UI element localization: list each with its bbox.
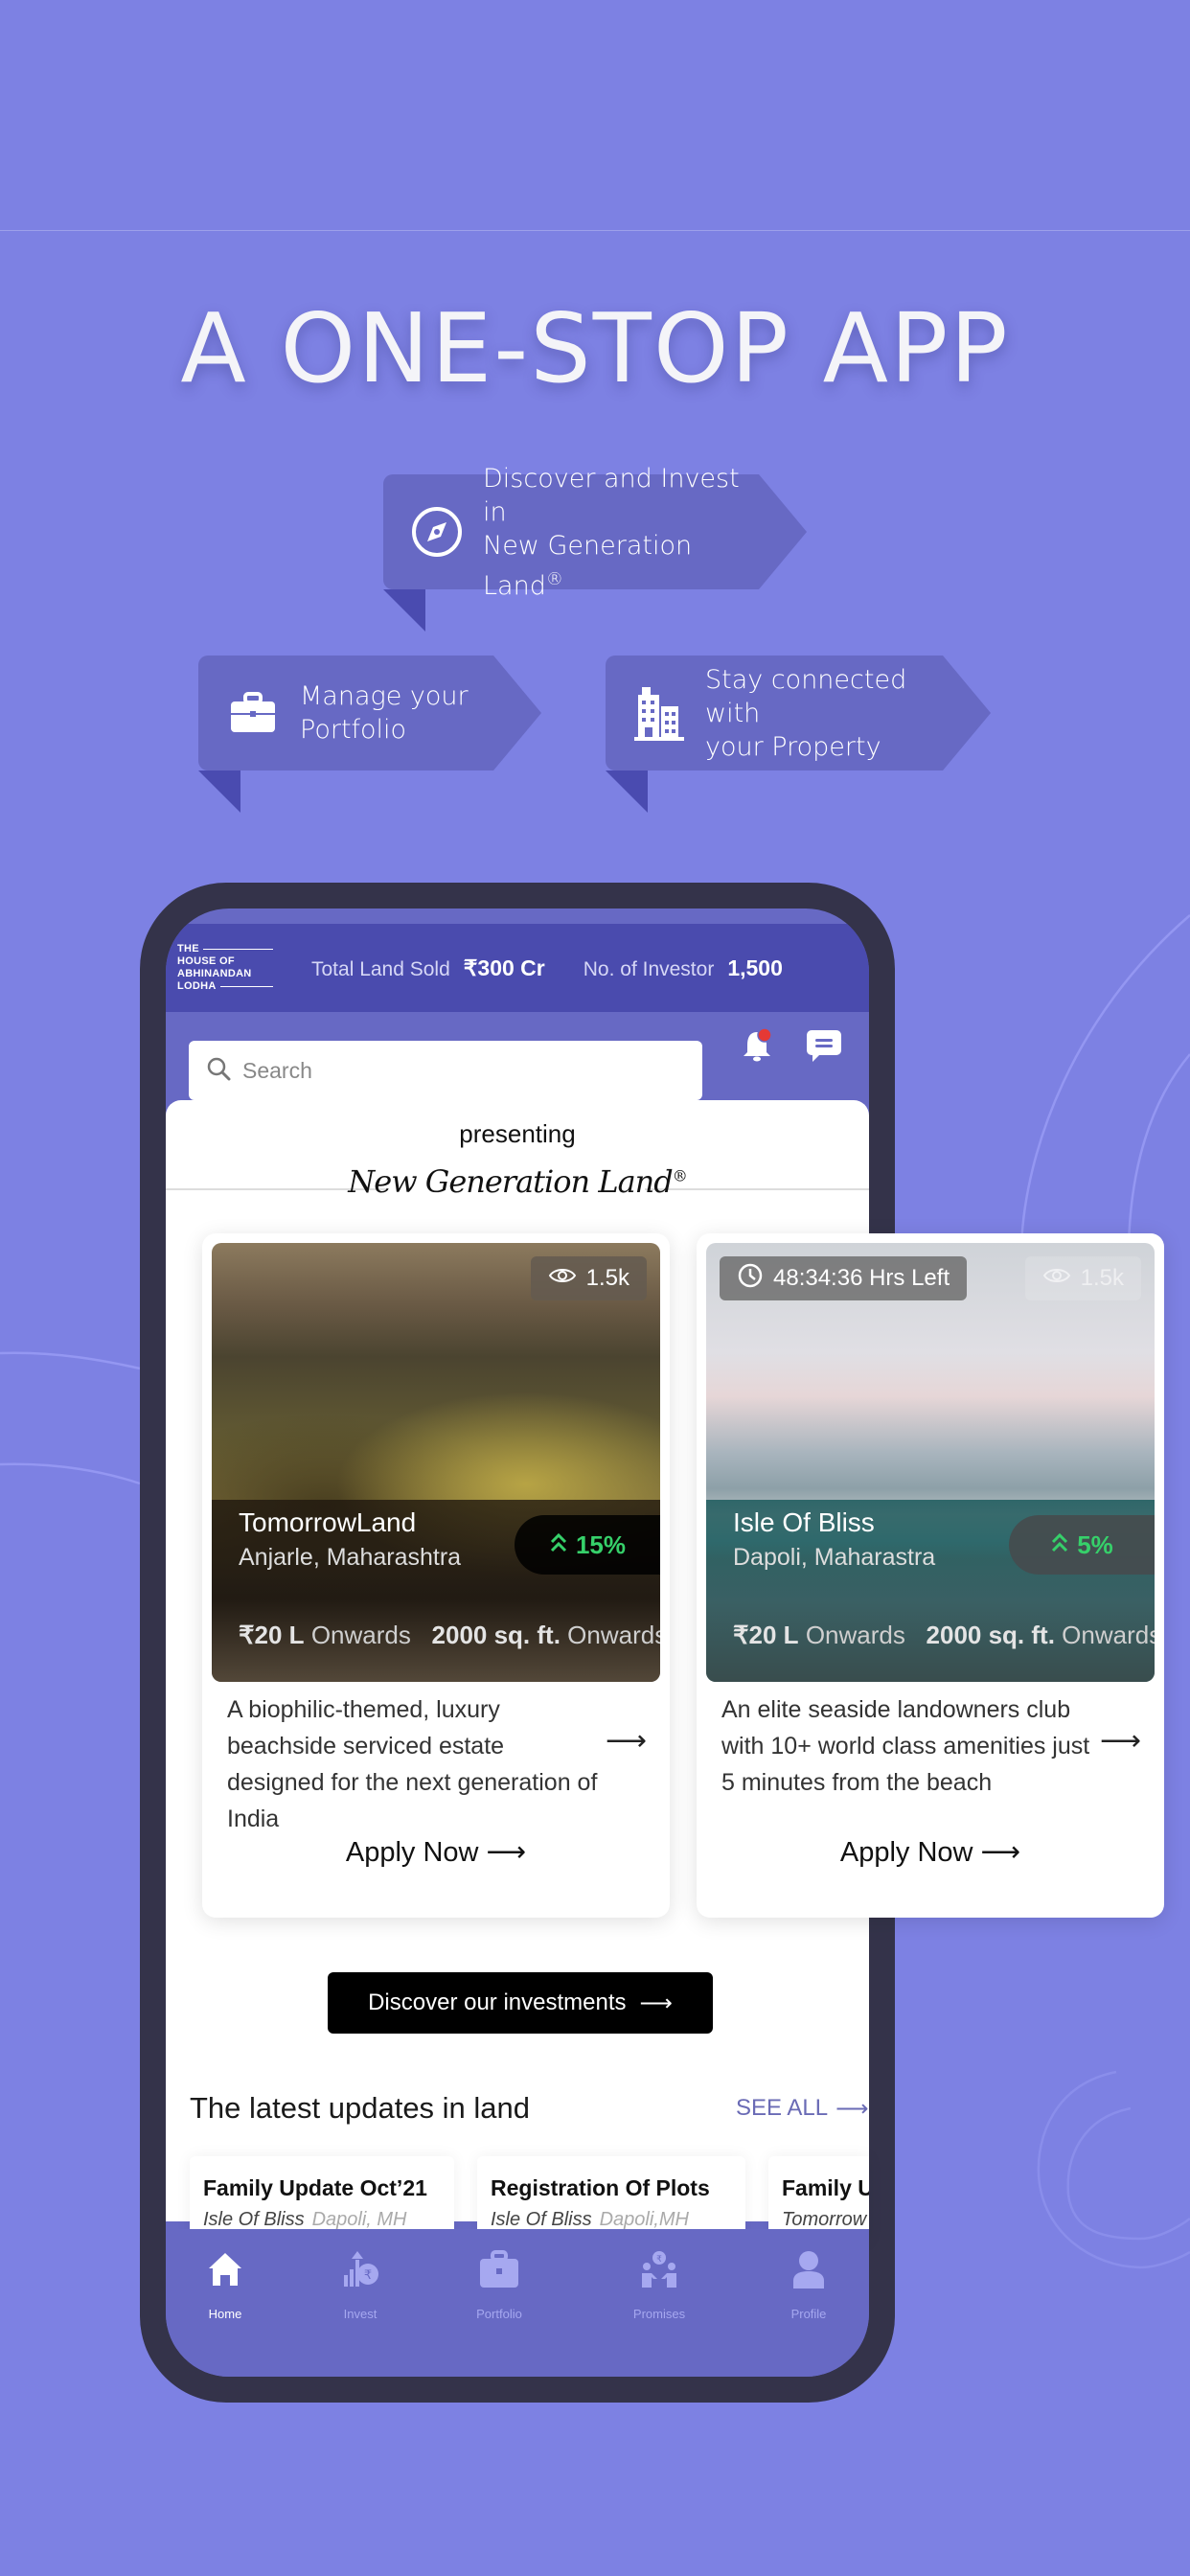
deco-arc — [1037, 2070, 1190, 2269]
brand-logo: THE HOUSE OF ABHINANDAN LODHA — [177, 943, 273, 993]
svg-text:₹: ₹ — [364, 2268, 372, 2283]
eye-icon — [548, 1265, 577, 1292]
property-name: TomorrowLand — [239, 1507, 417, 1537]
property-card[interactable]: 1.5k TomorrowLand Anjarle, Maharashtra 1… — [202, 1233, 670, 1918]
stats-bar: THE HOUSE OF ABHINANDAN LODHA Total Land… — [166, 924, 869, 1012]
double-chevron-up-icon — [1050, 1530, 1069, 1560]
clock-icon — [737, 1262, 764, 1296]
feature-property: Stay connected with your Property — [606, 656, 991, 813]
deco-arc — [1066, 2106, 1190, 2241]
feature-discover: Discover and Invest in New Generation La… — [383, 464, 807, 632]
brand-heading: New Generation Land® — [166, 1154, 869, 1221]
tab-home[interactable]: Home — [168, 2250, 283, 2321]
views-badge: 1.5k — [530, 1256, 647, 1300]
svg-text:₹: ₹ — [656, 2255, 662, 2265]
brand-script: New Generation Land — [348, 1163, 673, 1200]
user-icon — [791, 2250, 826, 2293]
double-chevron-up-icon — [549, 1530, 568, 1560]
countdown-badge: 48:34:36 Hrs Left — [720, 1256, 968, 1300]
compass-icon — [410, 504, 464, 560]
property-location: Anjarle, Maharashtra — [239, 1544, 462, 1571]
see-all-link[interactable]: SEE ALL ⟶ — [736, 2095, 868, 2123]
growth-badge: 5% — [1009, 1515, 1155, 1575]
arrow-right-icon: ⟶ — [486, 1837, 527, 1868]
feature-text: Manage your Portfolio — [300, 681, 469, 745]
stat-land-sold: Total Land Sold ₹300 Cr — [311, 954, 545, 980]
views-badge: 1.5k — [1024, 1256, 1141, 1300]
feature-portfolio: Manage your Portfolio — [198, 656, 541, 813]
feature-text: Stay connected with your Property — [705, 664, 907, 762]
price-info: ₹20 L Onwards 2000 sq. ft. Onwards — [239, 1621, 660, 1649]
deco-arc — [1127, 1053, 1190, 1247]
property-description: A biophilic-themed, luxury beachside ser… — [227, 1696, 598, 1832]
stat-investors: No. of Investor 1,500 — [583, 954, 783, 980]
property-name: Isle Of Bliss — [733, 1507, 875, 1537]
briefcase-icon — [225, 685, 281, 741]
arrow-right-icon: ⟶ — [980, 1837, 1021, 1868]
property-card[interactable]: 48:34:36 Hrs Left 1.5k Isle Of Bliss Dap… — [697, 1233, 1164, 1918]
property-image: 48:34:36 Hrs Left 1.5k Isle Of Bliss Dap… — [706, 1243, 1155, 1682]
home-icon — [206, 2250, 244, 2293]
apply-now-button[interactable]: Apply Now ⟶ — [202, 1835, 670, 1869]
chat-icon[interactable] — [806, 1027, 842, 1069]
presenting-label: presenting — [459, 1119, 576, 1148]
property-image: 1.5k TomorrowLand Anjarle, Maharashtra 1… — [212, 1243, 660, 1682]
search-input[interactable]: Search — [189, 1041, 702, 1100]
deco-arc — [0, 1462, 141, 1485]
arrow-right-icon: ⟶ — [639, 1990, 673, 2016]
briefcase-icon — [479, 2250, 519, 2293]
handshake-icon: ₹ — [640, 2250, 678, 2293]
bell-icon[interactable] — [741, 1027, 773, 1069]
search-icon — [206, 1056, 231, 1086]
arrow-right-icon[interactable]: ⟶ — [606, 1724, 647, 1758]
property-location: Dapoli, Maharastra — [733, 1544, 936, 1571]
arrow-right-icon: ⟶ — [835, 2096, 869, 2122]
price-info: ₹20 L Onwards 2000 sq. ft. Onwards — [733, 1621, 1155, 1649]
hero-title: A ONE-STOP APP — [180, 292, 1010, 404]
search-placeholder: Search — [242, 1057, 312, 1083]
bottom-tab-bar: Home ₹ Invest Portfolio ₹ Promises Profi… — [166, 2229, 869, 2377]
apply-now-button[interactable]: Apply Now ⟶ — [697, 1835, 1164, 1869]
discover-investments-button[interactable]: Discover our investments ⟶ — [328, 1972, 713, 2034]
deco-arc — [1019, 914, 1190, 1247]
tab-promises[interactable]: ₹ Promises — [602, 2250, 717, 2321]
invest-icon: ₹ — [341, 2250, 379, 2293]
tab-portfolio[interactable]: Portfolio — [442, 2250, 557, 2321]
growth-badge: 15% — [515, 1515, 660, 1575]
tab-invest[interactable]: ₹ Invest — [303, 2250, 418, 2321]
deco-arc — [0, 1351, 141, 1370]
header-divider — [0, 230, 1190, 231]
buildings-icon — [632, 685, 686, 741]
eye-icon — [1042, 1265, 1071, 1292]
property-description: An elite seaside landowners club with 10… — [721, 1696, 1090, 1796]
tab-profile[interactable]: Profile — [751, 2250, 866, 2321]
feature-text: Discover and Invest in New Generation La… — [483, 463, 740, 601]
arrow-right-icon[interactable]: ⟶ — [1100, 1724, 1141, 1758]
updates-title: The latest updates in land — [190, 2091, 531, 2125]
